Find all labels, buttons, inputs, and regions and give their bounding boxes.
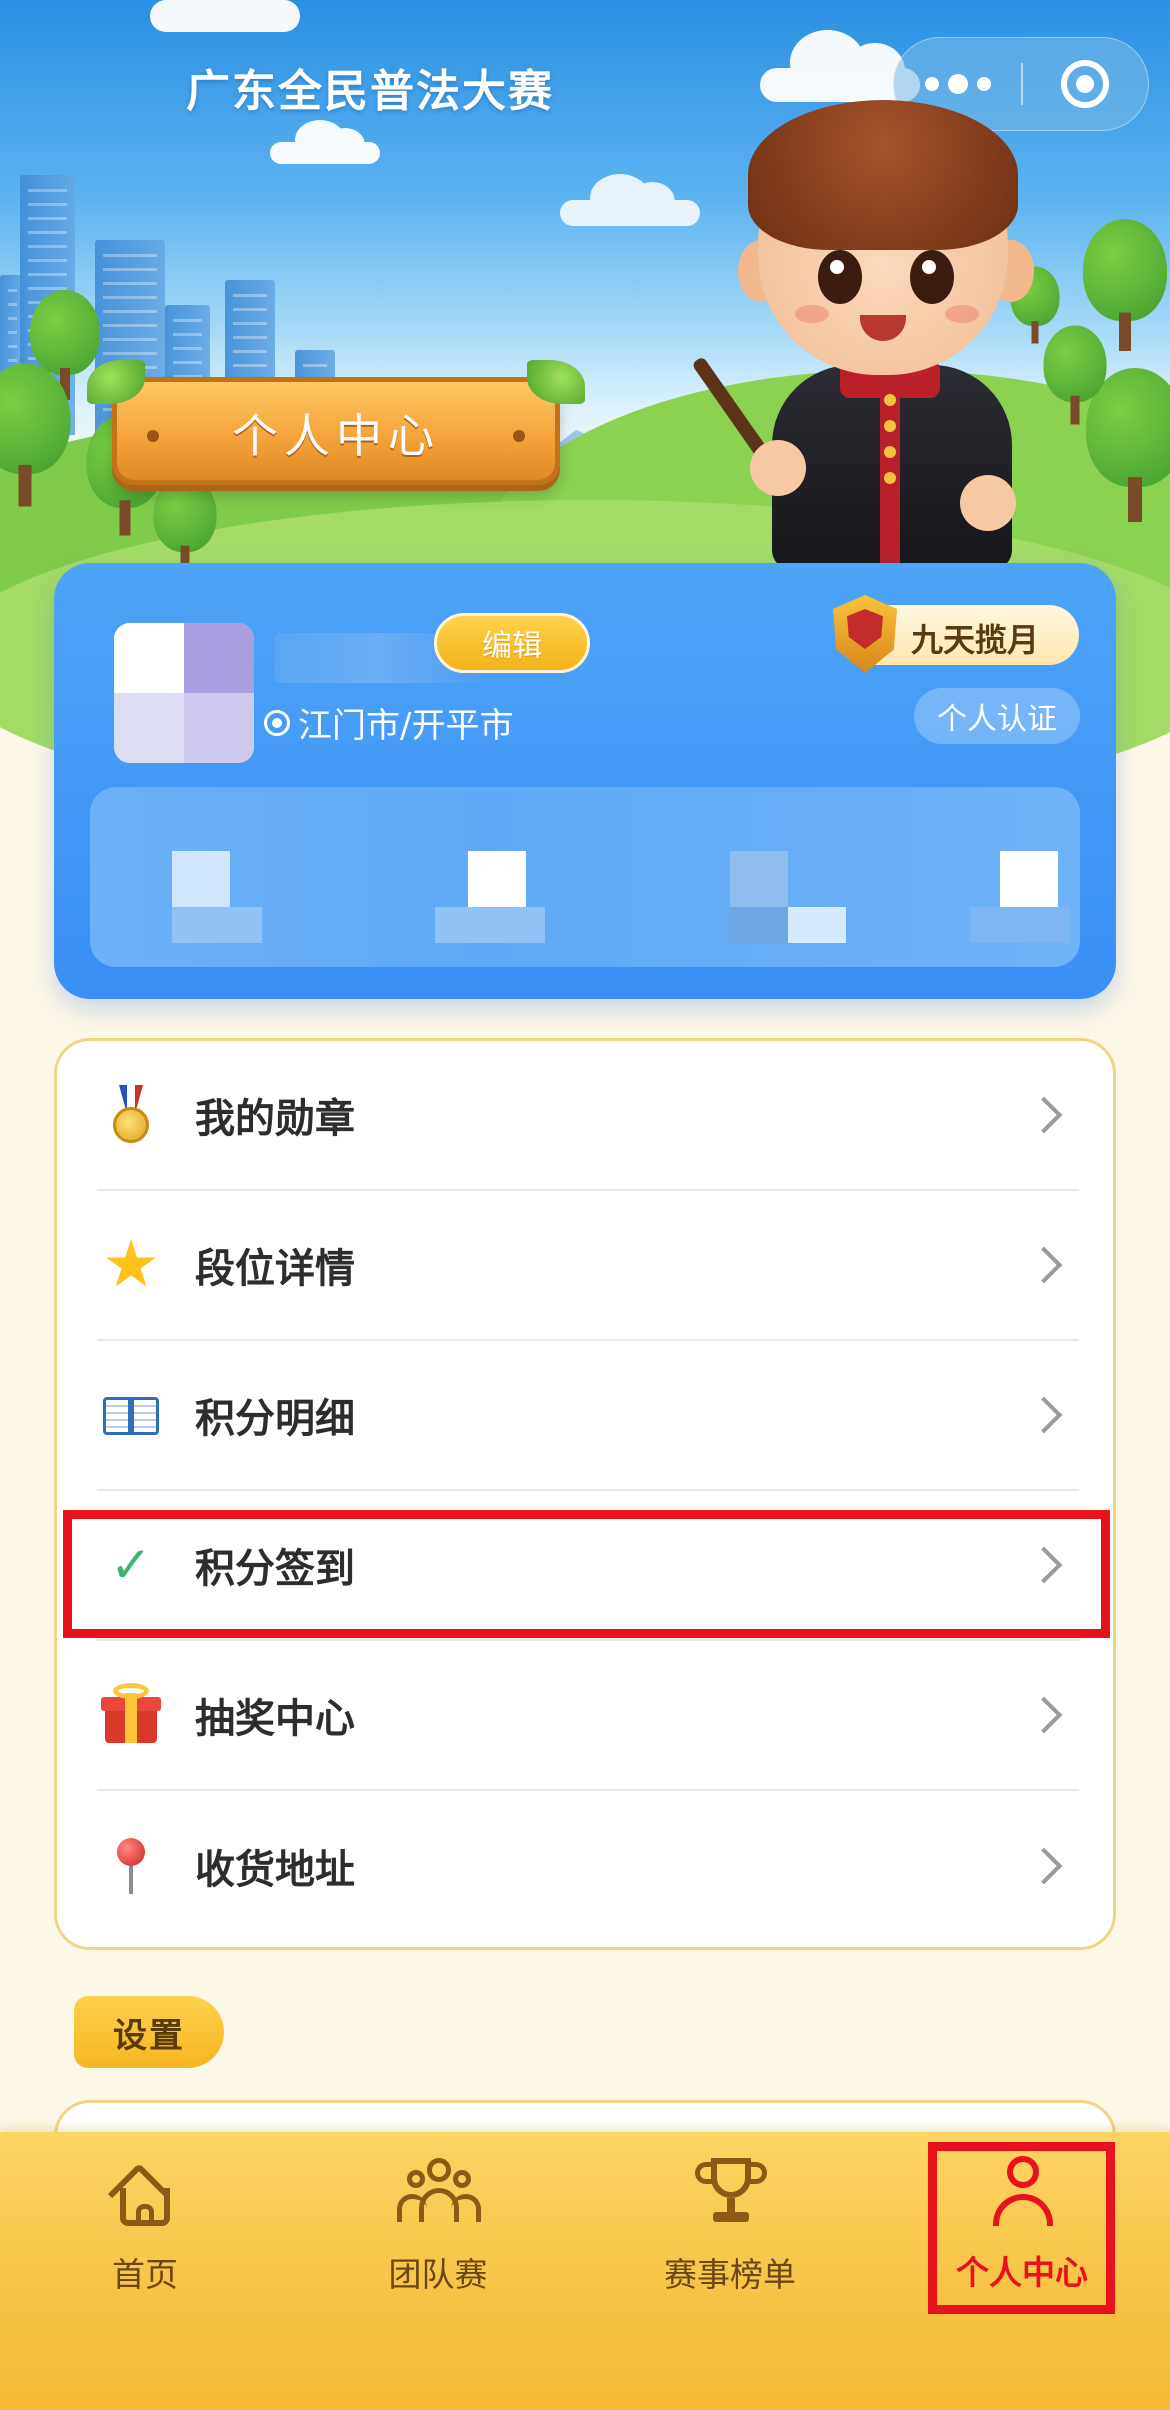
banner-sign: 个人中心 — [87, 360, 560, 485]
tab-home[interactable]: 首页 — [45, 2132, 245, 2322]
highlight-box-checkin — [63, 1510, 1110, 1638]
menu-item-label: 我的勋章 — [195, 1096, 355, 1142]
rank-badge[interactable]: 九天揽月 — [833, 595, 1079, 673]
profile-card: 编辑 江门市/开平市 九天揽月 个人认证 — [54, 563, 1116, 999]
menu-item-rank-details[interactable]: ★ 段位详情 — [97, 1191, 1079, 1341]
chevron-right-icon — [1025, 1696, 1063, 1734]
gift-icon — [99, 1683, 163, 1747]
location-icon — [264, 709, 290, 736]
tab-label: 团队赛 — [388, 2255, 488, 2294]
edit-button[interactable]: 编辑 — [434, 613, 590, 673]
rank-shield-icon — [833, 595, 897, 673]
team-icon — [397, 2156, 481, 2226]
tab-ranking[interactable]: 赛事榜单 — [630, 2132, 830, 2322]
cloud — [270, 120, 380, 164]
settings-section-label: 设置 — [74, 1996, 224, 2068]
menu-item-label: 段位详情 — [195, 1246, 355, 1292]
menu-item-points-details[interactable]: 积分明细 — [97, 1341, 1079, 1491]
trophy-icon — [695, 2156, 767, 2226]
menu-item-lottery[interactable]: 抽奖中心 — [97, 1641, 1079, 1791]
mascot-illustration — [691, 100, 1060, 570]
menu-item-label: 积分明细 — [195, 1396, 355, 1442]
highlight-box-profile-tab — [928, 2142, 1115, 2314]
chevron-right-icon — [1025, 1096, 1063, 1134]
cloud — [150, 0, 300, 32]
app-title: 广东全民普法大赛 — [186, 66, 554, 117]
location: 江门市/开平市 — [264, 698, 513, 747]
menu-item-label: 抽奖中心 — [195, 1696, 355, 1742]
menu-item-medals[interactable]: 我的勋章 — [97, 1041, 1079, 1191]
menu-card: 我的勋章 ★ 段位详情 积分明细 ✓ 积分签到 抽奖中心 收货地址 — [54, 1038, 1116, 1950]
location-text: 江门市/开平市 — [298, 706, 514, 746]
tree — [0, 363, 71, 507]
avatar[interactable] — [114, 623, 254, 763]
verify-button[interactable]: 个人认证 — [914, 688, 1080, 744]
chevron-right-icon — [1025, 1396, 1063, 1434]
tree — [153, 475, 217, 575]
menu-item-address[interactable]: 收货地址 — [97, 1791, 1079, 1941]
banner-title: 个人中心 — [232, 409, 440, 463]
chevron-right-icon — [1025, 1246, 1063, 1284]
menu-item-label: 收货地址 — [195, 1847, 355, 1893]
tab-label: 赛事榜单 — [664, 2255, 796, 2294]
stats-panel-redacted — [90, 787, 1080, 967]
cloud — [560, 174, 700, 226]
pin-icon — [99, 1834, 163, 1898]
tab-team[interactable]: 团队赛 — [338, 2132, 538, 2322]
book-icon — [99, 1383, 163, 1447]
medal-icon — [99, 1083, 163, 1147]
rank-label: 九天揽月 — [911, 621, 1040, 659]
tab-label: 首页 — [112, 2255, 178, 2294]
chevron-right-icon — [1025, 1847, 1063, 1885]
star-icon: ★ — [102, 1228, 160, 1302]
home-icon — [107, 2156, 180, 2226]
